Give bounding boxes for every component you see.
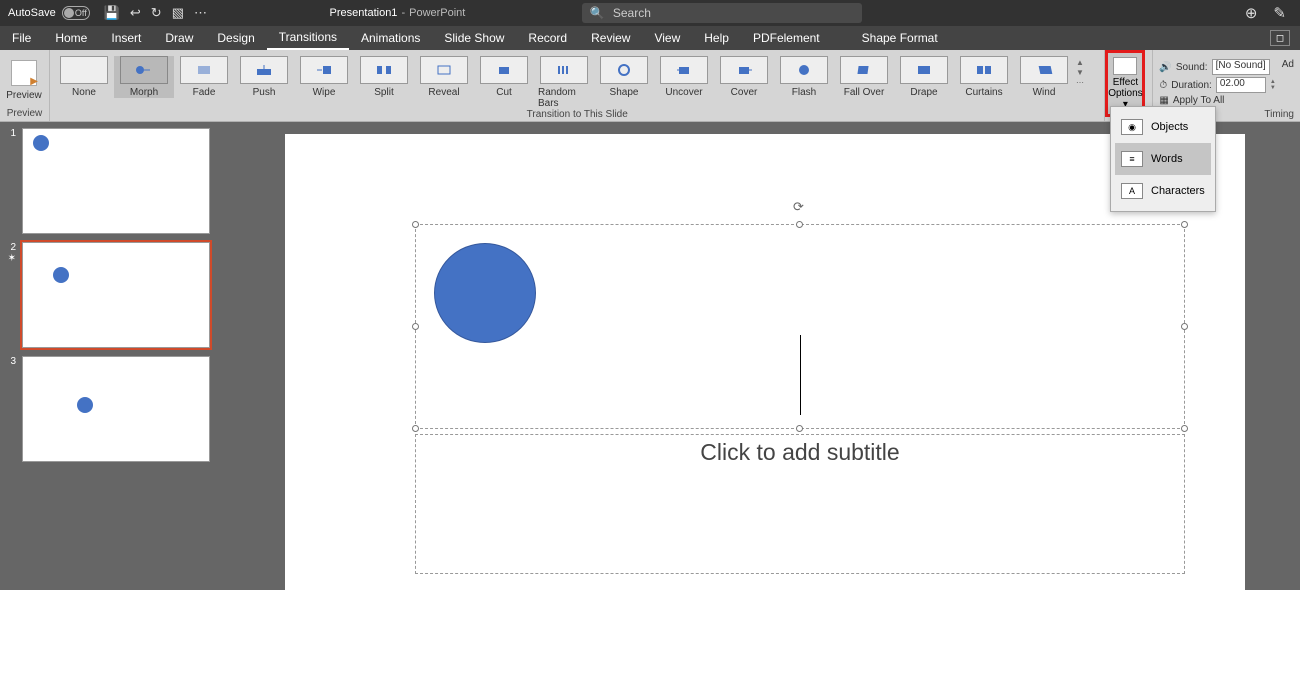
characters-icon: A [1121,183,1143,199]
rotate-handle-icon[interactable]: ⟳ [793,199,807,213]
title-placeholder[interactable]: ⟳ [415,224,1185,429]
transition-none[interactable]: None [54,56,114,98]
sound-icon: 🔊 [1159,62,1171,73]
transition-curtains[interactable]: Curtains [954,56,1014,98]
resize-handle[interactable] [1181,323,1188,330]
resize-handle[interactable] [412,323,419,330]
text-cursor [800,335,801,415]
slide-number: 3 [6,356,16,462]
apply-all-icon: ▦ [1159,95,1168,106]
tab-file[interactable]: File [0,26,43,50]
tab-draw[interactable]: Draw [153,26,205,50]
title-bar: AutoSave Off 💾 ↩ ↻ ▧ ⋯ Presentation1 - P… [0,0,1300,26]
words-icon: ≡ [1121,151,1143,167]
resize-handle[interactable] [796,221,803,228]
blue-circle-shape[interactable] [434,243,536,343]
tab-record[interactable]: Record [516,26,579,50]
preview-icon [11,60,37,86]
resize-handle[interactable] [796,425,803,432]
duration-spinner[interactable]: ▲▼ [1270,79,1276,91]
effect-options-dropdown: ◉Objects ≡Words ACharacters [1110,106,1216,212]
document-name: Presentation1 [330,7,398,19]
app-name: PowerPoint [409,7,465,19]
tab-review[interactable]: Review [579,26,642,50]
transition-fallover[interactable]: Fall Over [834,56,894,98]
resize-handle[interactable] [1181,221,1188,228]
transition-cut[interactable]: Cut [474,56,534,98]
subtitle-placeholder[interactable]: Click to add subtitle [415,434,1185,574]
slide-thumbnail-2[interactable] [22,242,210,348]
preview-button[interactable]: Preview [0,56,48,101]
tab-shape-format[interactable]: Shape Format [850,26,950,50]
autosave-toggle[interactable]: Off [62,6,90,20]
tab-design[interactable]: Design [205,26,266,50]
tab-pdfelement[interactable]: PDFelement [741,26,832,50]
tab-transitions[interactable]: Transitions [267,26,349,50]
collapse-ribbon-icon[interactable]: ◻ [1270,30,1290,46]
effect-option-characters[interactable]: ACharacters [1115,175,1211,207]
transition-cover[interactable]: Cover [714,56,774,98]
search-box[interactable]: 🔍 Search [582,3,862,23]
resize-handle[interactable] [1181,425,1188,432]
qat-more-icon[interactable]: ⋯ [194,5,207,21]
transition-morph[interactable]: Morph [114,56,174,98]
transition-shape[interactable]: Shape [594,56,654,98]
coming-soon-icon[interactable]: ⊕ [1245,4,1258,22]
slide-thumbnail-3[interactable] [22,356,210,462]
transition-uncover[interactable]: Uncover [654,56,714,98]
objects-icon: ◉ [1121,119,1143,135]
slide-number: 2 [6,242,16,253]
duration-label: Duration: [1171,80,1212,91]
effect-option-objects[interactable]: ◉Objects [1115,111,1211,143]
transition-indicator-icon: ✶ [8,253,16,264]
transition-flash[interactable]: Flash [774,56,834,98]
transition-wipe[interactable]: Wipe [294,56,354,98]
slide-thumbnail-1[interactable] [22,128,210,234]
duration-field[interactable]: 02.00 [1216,77,1266,93]
tab-help[interactable]: Help [692,26,741,50]
resize-handle[interactable] [412,221,419,228]
transition-wind[interactable]: Wind [1014,56,1074,98]
transitions-gallery-scroll[interactable]: ▲▼⋯ [1074,56,1086,89]
apply-to-all[interactable]: Apply To All [1173,95,1225,106]
transition-drape[interactable]: Drape [894,56,954,98]
quick-access-toolbar: 💾 ↩ ↻ ▧ ⋯ [98,5,213,21]
tab-slideshow[interactable]: Slide Show [432,26,516,50]
transition-fade[interactable]: Fade [174,56,234,98]
ribbon: Preview Preview None Morph Fade Push Wip… [0,50,1300,122]
group-label-transitions: Transition to This Slide [50,109,1104,122]
group-label-preview: Preview [0,108,49,121]
start-from-beginning-icon[interactable]: ▧ [172,5,184,21]
autosave-label: AutoSave [8,7,56,19]
slide-panel[interactable]: 1 2 ✶ 3 [0,122,230,590]
slide-number: 1 [6,128,16,234]
redo-icon[interactable]: ↻ [151,5,162,21]
undo-icon[interactable]: ↩ [130,5,141,21]
slide-canvas[interactable]: ⟳ Click to add subtitle [285,134,1245,674]
ribbon-tabs: File Home Insert Draw Design Transitions… [0,26,1300,50]
resize-handle[interactable] [412,425,419,432]
pen-icon[interactable]: ✎ [1273,4,1286,22]
effect-options-icon [1113,57,1137,75]
sound-dropdown[interactable]: [No Sound] [1212,59,1270,75]
sound-label: Sound: [1176,62,1208,73]
effect-option-words[interactable]: ≡Words [1115,143,1211,175]
transition-randombars[interactable]: Random Bars [534,56,594,109]
work-area: 1 2 ✶ 3 ⟳ [0,122,1300,590]
duration-icon: ⏱ [1159,80,1167,91]
transition-split[interactable]: Split [354,56,414,98]
advance-label: Ad [1282,59,1294,70]
save-icon[interactable]: 💾 [104,5,120,21]
transition-push[interactable]: Push [234,56,294,98]
tab-home[interactable]: Home [43,26,99,50]
subtitle-placeholder-text: Click to add subtitle [416,435,1184,466]
search-placeholder: Search [613,6,651,20]
tab-view[interactable]: View [642,26,692,50]
tab-animations[interactable]: Animations [349,26,432,50]
transition-reveal[interactable]: Reveal [414,56,474,98]
search-icon: 🔍 [590,6,605,20]
tab-insert[interactable]: Insert [99,26,153,50]
